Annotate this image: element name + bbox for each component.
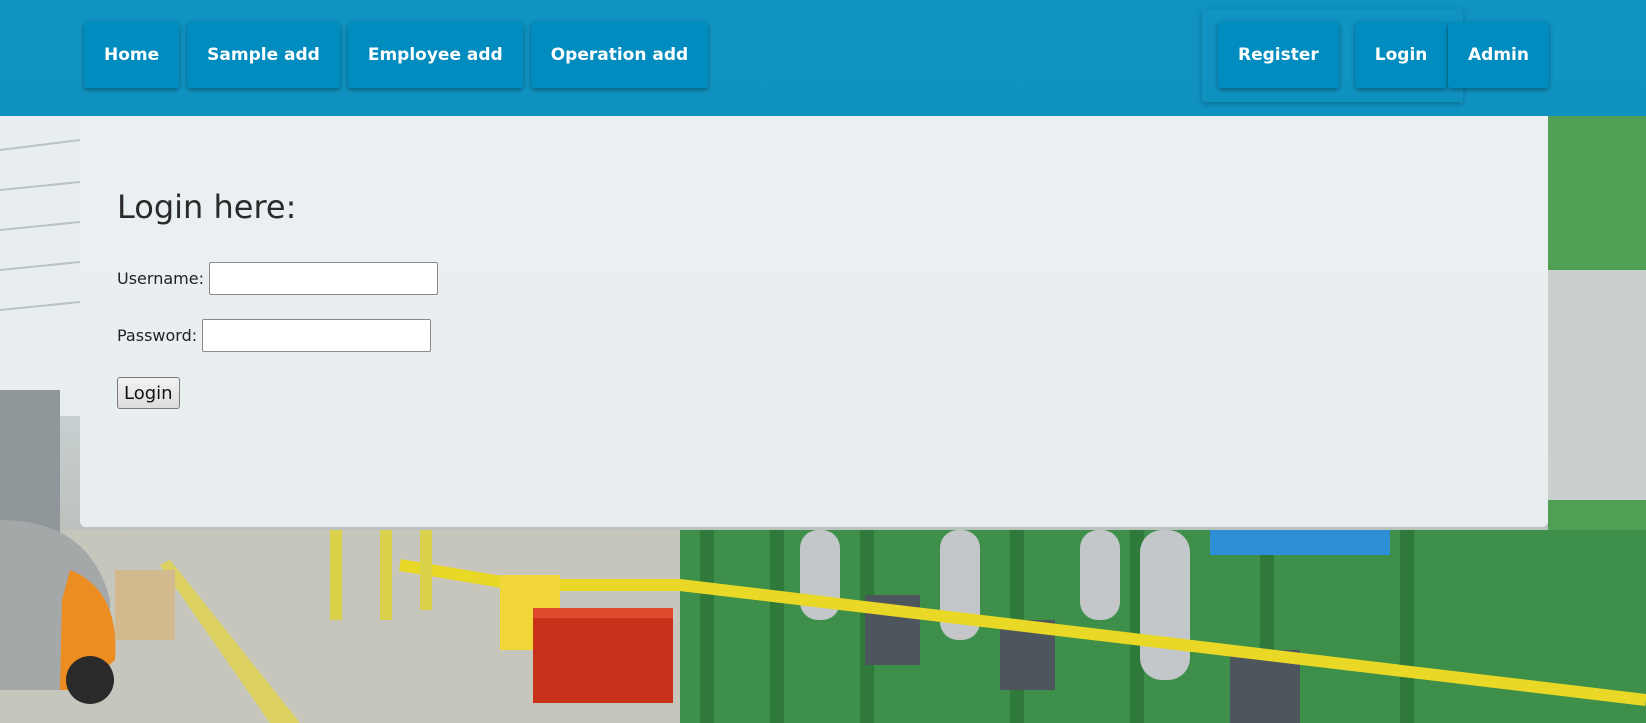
page-title: Login here: (117, 188, 297, 226)
nav-register-button[interactable]: Register (1218, 22, 1339, 88)
nav-admin-button[interactable]: Admin (1448, 22, 1549, 88)
main-nav: Home Sample add Employee add Operation a… (84, 22, 709, 88)
username-input[interactable] (208, 262, 438, 295)
nav-employee-add-button[interactable]: Employee add (347, 22, 523, 88)
top-navbar: Home Sample add Employee add Operation a… (0, 0, 1646, 116)
login-panel: Login here: Username: Password: Login (80, 116, 1548, 527)
password-input[interactable] (202, 319, 432, 352)
nav-login-button[interactable]: Login (1354, 22, 1448, 88)
password-row: Password: (117, 319, 432, 352)
nav-operation-add-button[interactable]: Operation add (530, 22, 709, 88)
username-row: Username: (117, 262, 438, 295)
admin-nav: Admin (1448, 22, 1549, 88)
nav-home-button[interactable]: Home (84, 22, 180, 88)
password-label: Password: (117, 326, 198, 345)
username-label: Username: (117, 269, 204, 288)
login-submit-button[interactable]: Login (117, 377, 180, 409)
nav-sample-add-button[interactable]: Sample add (187, 22, 340, 88)
account-nav: Register Login (1202, 9, 1463, 102)
